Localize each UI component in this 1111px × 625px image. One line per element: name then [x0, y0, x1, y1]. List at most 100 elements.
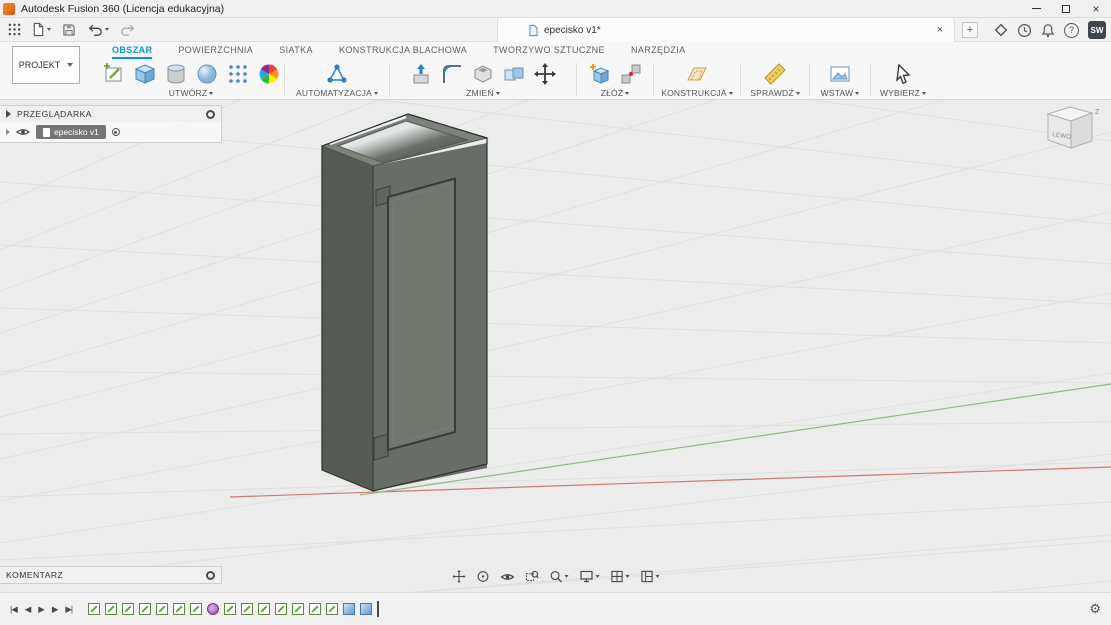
save-button[interactable]	[62, 23, 76, 37]
tab-powierzchnia[interactable]: POWIERZCHNIA	[178, 45, 253, 59]
look-at-tool-icon[interactable]	[500, 572, 514, 582]
measure-icon[interactable]	[763, 62, 787, 86]
step-forward-button[interactable]: ▶	[52, 604, 58, 615]
user-avatar[interactable]: SW	[1088, 21, 1106, 39]
scene-canvas[interactable]	[0, 100, 1111, 592]
view-cube[interactable]: LEWO Z	[1033, 104, 1105, 167]
timeline-item-sketch[interactable]	[139, 603, 151, 615]
timeline-item-sketch[interactable]	[309, 603, 321, 615]
shell-icon[interactable]	[471, 62, 495, 86]
timeline-item-feature[interactable]	[360, 603, 372, 615]
group-inspect-dropdown[interactable]: SPRAWDŹ	[750, 88, 800, 98]
activate-radio-icon[interactable]	[112, 128, 120, 136]
group-insert-dropdown[interactable]: WSTAW	[821, 88, 860, 98]
insert-canvas-icon[interactable]	[828, 62, 852, 86]
tab-konstrukcja-blachowa[interactable]: KONSTRUKCJA BLACHOWA	[339, 45, 467, 59]
group-select-dropdown[interactable]: WYBIERZ	[880, 88, 926, 98]
document-tab-close-icon[interactable]: ×	[934, 24, 946, 36]
model-clip-bottom[interactable]	[374, 434, 388, 460]
browser-panel-header[interactable]: PRZEGLĄDARKA	[0, 106, 221, 122]
joint-icon[interactable]	[619, 62, 643, 86]
redo-button[interactable]	[120, 23, 136, 37]
project-menu-button[interactable]: PROJEKT	[12, 46, 80, 84]
fillet-icon[interactable]	[440, 62, 464, 86]
construction-plane-icon[interactable]	[685, 62, 709, 86]
timeline-end-marker[interactable]	[377, 601, 379, 617]
skip-to-end-button[interactable]: ▶|	[65, 604, 72, 615]
window-close-button[interactable]: ×	[1081, 0, 1111, 17]
timeline-item-sketch[interactable]	[241, 603, 253, 615]
tab-obszar[interactable]: OBSZAR	[112, 45, 152, 59]
timeline-item-sketch[interactable]	[326, 603, 338, 615]
press-pull-icon[interactable]	[409, 62, 433, 86]
combine-icon[interactable]	[502, 62, 526, 86]
select-cursor-icon[interactable]	[891, 62, 915, 86]
pan-tool-icon[interactable]	[452, 570, 465, 583]
zoom-tool-icon[interactable]	[549, 570, 568, 583]
grid-settings-icon[interactable]	[610, 570, 629, 583]
app-grid-menu-icon[interactable]	[8, 23, 21, 36]
viewport-3d[interactable]: PRZEGLĄDARKA epecisko v1 KOMENTARZ	[0, 100, 1111, 592]
pattern-icon[interactable]	[226, 62, 250, 86]
timeline-item-sketch[interactable]	[275, 603, 287, 615]
group-construct-dropdown[interactable]: KONSTRUKCJA	[661, 88, 733, 98]
browser-document-row[interactable]: epecisko v1	[0, 122, 221, 142]
move-icon[interactable]	[533, 62, 557, 86]
extensions-icon[interactable]	[994, 23, 1008, 37]
skip-to-start-button[interactable]: |◀	[10, 604, 17, 615]
model-panel[interactable]	[388, 179, 455, 451]
group-automation-dropdown[interactable]: AUTOMATYZACJA	[296, 88, 378, 98]
timeline-item-form[interactable]	[207, 603, 219, 615]
tab-narzedzia[interactable]: NARZĘDZIA	[631, 45, 686, 59]
timeline-settings-gear-icon[interactable]: ⚙	[1089, 601, 1101, 617]
expand-arrow-icon[interactable]	[6, 129, 10, 135]
tab-siatka[interactable]: SIATKA	[279, 45, 313, 59]
model-body[interactable]	[322, 114, 487, 491]
chevron-down-icon	[67, 63, 73, 67]
visibility-eye-icon[interactable]	[16, 127, 30, 137]
zoom-window-tool-icon[interactable]	[525, 570, 538, 583]
timeline-item-feature[interactable]	[343, 603, 355, 615]
create-form-icon[interactable]	[257, 62, 281, 86]
automation-network-icon[interactable]	[325, 62, 349, 86]
cylinder-icon[interactable]	[164, 62, 188, 86]
undo-button[interactable]	[87, 23, 109, 37]
timeline-item-sketch[interactable]	[224, 603, 236, 615]
panel-collapse-arrow-icon[interactable]	[6, 110, 11, 118]
create-sketch-icon[interactable]	[102, 62, 126, 86]
document-tab[interactable]: epecisko v1* ×	[497, 18, 955, 42]
comment-panel-header[interactable]: KOMENTARZ	[0, 567, 221, 583]
timeline-item-sketch[interactable]	[258, 603, 270, 615]
timeline-item-sketch[interactable]	[173, 603, 185, 615]
panel-pin-icon[interactable]	[206, 571, 215, 580]
timeline-item-sketch[interactable]	[190, 603, 202, 615]
new-tab-button[interactable]: +	[962, 22, 978, 38]
timeline-item-sketch[interactable]	[88, 603, 100, 615]
step-back-button[interactable]: ◀	[25, 604, 31, 615]
new-component-icon[interactable]	[588, 62, 612, 86]
job-status-icon[interactable]	[1017, 23, 1032, 38]
play-button[interactable]: ▶	[38, 604, 44, 615]
viewports-icon[interactable]	[640, 570, 659, 583]
timeline-item-sketch[interactable]	[105, 603, 117, 615]
sphere-icon[interactable]	[195, 62, 219, 86]
box-icon[interactable]	[133, 62, 157, 86]
file-menu-button[interactable]	[32, 22, 51, 37]
tab-tworzywo-sztuczne[interactable]: TWORZYWO SZTUCZNE	[493, 45, 605, 59]
window-minimize-button[interactable]	[1021, 0, 1051, 17]
notifications-bell-icon[interactable]	[1041, 23, 1055, 38]
help-button[interactable]: ?	[1064, 23, 1079, 38]
window-maximize-button[interactable]	[1051, 0, 1081, 17]
timeline-item-sketch[interactable]	[122, 603, 134, 615]
group-assemble-dropdown[interactable]: ZŁÓŻ	[601, 88, 630, 98]
document-node[interactable]: epecisko v1	[36, 125, 106, 139]
panel-pin-icon[interactable]	[206, 110, 215, 119]
display-settings-icon[interactable]	[579, 570, 599, 583]
orbit-tool-icon[interactable]	[476, 570, 489, 583]
timeline-item-sketch[interactable]	[292, 603, 304, 615]
document-node-label: epecisko v1	[54, 127, 99, 137]
timeline-item-sketch[interactable]	[156, 603, 168, 615]
group-create-dropdown[interactable]: UTWÓRZ	[169, 88, 214, 98]
group-modify-dropdown[interactable]: ZMIEŃ	[466, 88, 499, 98]
maximize-icon	[1062, 5, 1070, 13]
